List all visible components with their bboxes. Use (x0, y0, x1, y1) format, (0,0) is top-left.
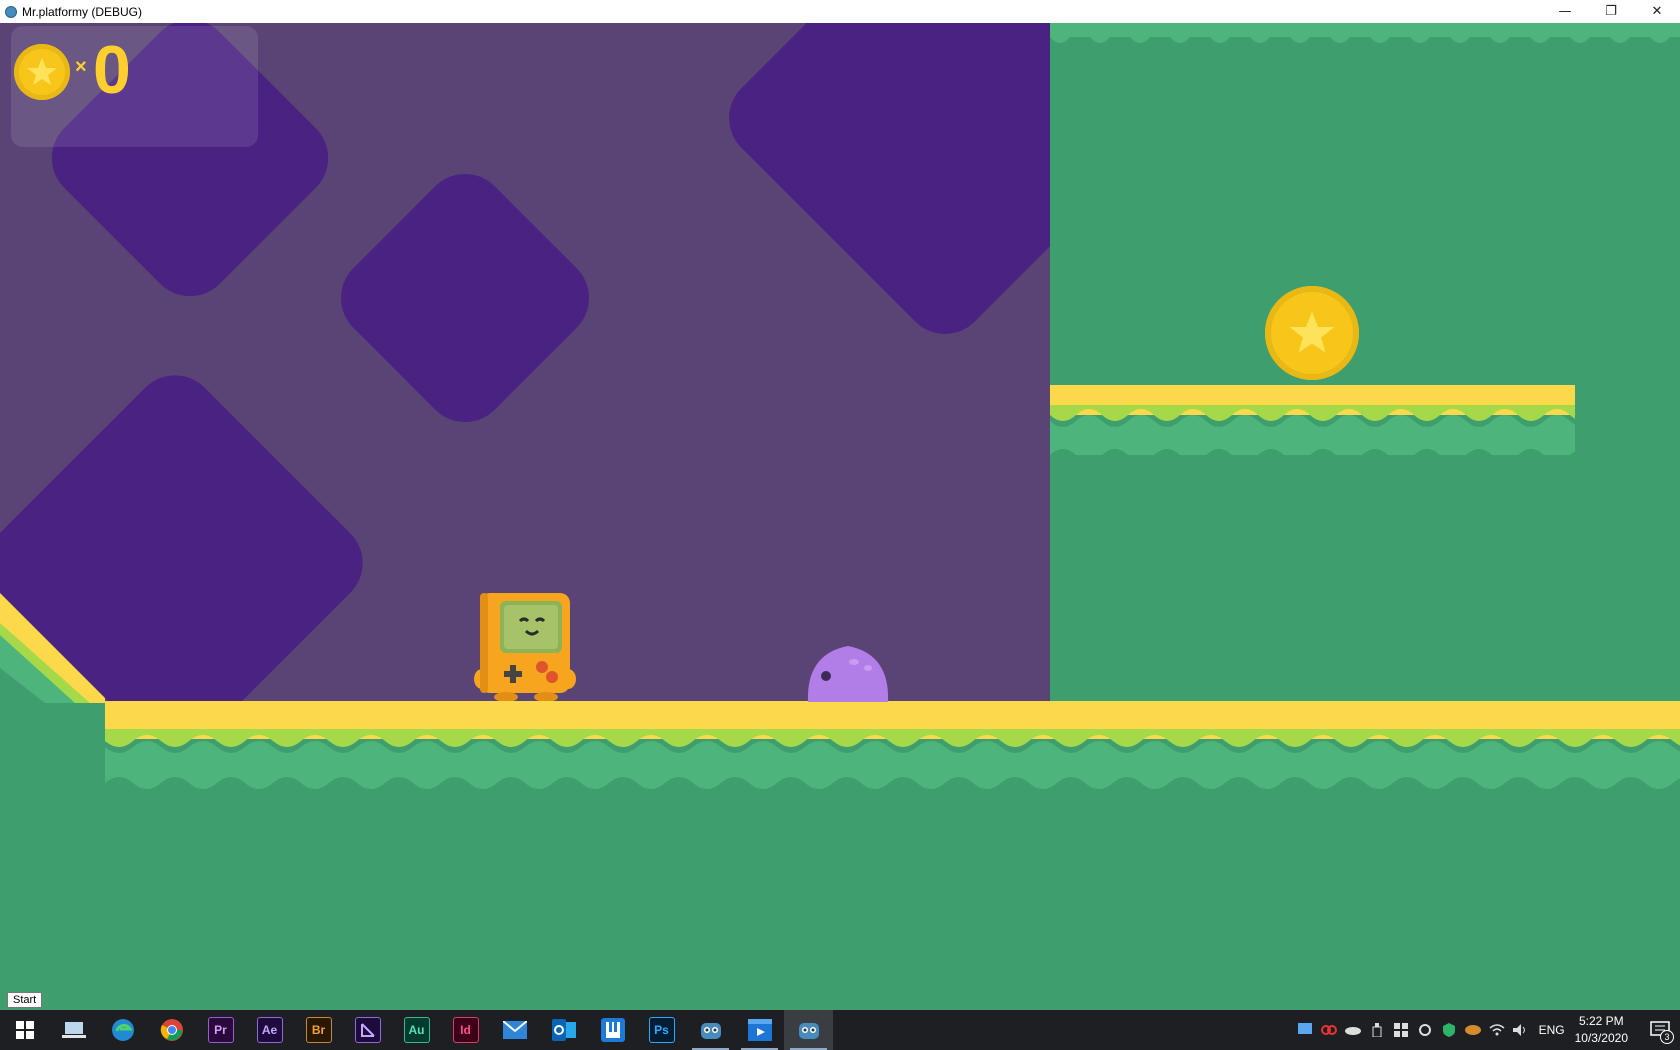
taskbar-godot[interactable] (686, 1010, 735, 1050)
start-tooltip: Start (7, 992, 43, 1008)
godot-icon (798, 1023, 819, 1039)
upper-platform (1050, 385, 1575, 455)
media-player-icon (747, 1019, 772, 1041)
tray-onedrive-icon[interactable] (1341, 1010, 1365, 1050)
windows-icon (15, 1021, 34, 1039)
after-effects-icon: Ae (256, 1017, 283, 1043)
premiere-icon: Pr (207, 1017, 234, 1043)
restore-button[interactable]: ❐ (1588, 0, 1634, 23)
app-h-icon (600, 1018, 625, 1042)
taskbar-bridge[interactable]: Br (294, 1010, 343, 1050)
taskbar: Pr Ae Br Au Id Ps ENG 5:22 PM 10/3/2020 … (0, 1010, 1680, 1050)
taskbar-app-h[interactable] (588, 1010, 637, 1050)
indesign-icon: Id (452, 1017, 479, 1043)
taskbar-premiere[interactable]: Pr (196, 1010, 245, 1050)
godot-icon (700, 1023, 721, 1039)
volume-icon[interactable] (1509, 1010, 1533, 1050)
taskbar-chrome[interactable] (147, 1010, 196, 1050)
audition-icon: Au (403, 1017, 430, 1043)
ground-platform (105, 701, 1680, 1010)
mail-icon (502, 1021, 527, 1039)
taskbar-edge[interactable] (98, 1010, 147, 1050)
taskbar-media[interactable] (735, 1010, 784, 1050)
background-diamond (711, 23, 1050, 352)
game-viewport[interactable]: × 0 (0, 23, 1680, 1010)
coin-collectible (1265, 286, 1359, 380)
tray-settings-icon[interactable] (1413, 1010, 1437, 1050)
animate-icon (354, 1017, 381, 1043)
monitor-icon (1297, 1023, 1312, 1034)
taskbar-audition[interactable]: Au (392, 1010, 441, 1050)
taskbar-indesign[interactable]: Id (441, 1010, 490, 1050)
godot-app-icon (5, 5, 17, 18)
ceiling-wave (1050, 23, 1680, 43)
start-button[interactable] (0, 1010, 49, 1050)
tray-security-icon[interactable] (1437, 1010, 1461, 1050)
photoshop-icon: Ps (648, 1017, 675, 1043)
tray-network-share-icon[interactable] (1389, 1010, 1413, 1050)
notification-count: 3 (1660, 1030, 1674, 1044)
slime-enemy (807, 646, 889, 702)
tray-usb-icon[interactable] (1365, 1010, 1389, 1050)
coin-icon (14, 44, 70, 100)
clock-time: 5:22 PM (1578, 1014, 1624, 1028)
coin-count: 0 (93, 32, 131, 108)
language-indicator[interactable]: ENG (1539, 1023, 1565, 1037)
ground-slope (0, 593, 105, 703)
edge-icon (111, 1019, 134, 1041)
taskbar-file-manager[interactable] (49, 1010, 98, 1050)
background-diamond (323, 156, 607, 440)
tray-creative-cloud-icon[interactable] (1317, 1010, 1341, 1050)
taskbar-photoshop[interactable]: Ps (637, 1010, 686, 1050)
taskbar-animate[interactable] (343, 1010, 392, 1050)
player-character (474, 593, 576, 701)
clock[interactable]: 5:22 PM 10/3/2020 (1575, 1013, 1628, 1047)
coin-hud: × 0 (11, 26, 258, 147)
notification-center-button[interactable]: 3 (1640, 1010, 1680, 1050)
tray-app-icon-2[interactable] (1461, 1010, 1485, 1050)
window-title-bar: Mr.platformy (DEBUG) — ❐ ✕ (0, 0, 1680, 23)
taskbar-outlook[interactable] (539, 1010, 588, 1050)
close-button[interactable]: ✕ (1634, 0, 1680, 23)
wifi-icon[interactable] (1485, 1010, 1509, 1050)
tray-app-icon[interactable] (1293, 1010, 1317, 1050)
laptop-icon (61, 1022, 86, 1038)
taskbar-godot-game[interactable] (784, 1010, 833, 1050)
taskbar-after-effects[interactable]: Ae (245, 1010, 294, 1050)
coin-multiplier: × (75, 56, 87, 78)
outlook-icon (551, 1019, 576, 1041)
system-tray: ENG 5:22 PM 10/3/2020 3 (1293, 1010, 1680, 1050)
chrome-icon (160, 1019, 183, 1041)
minimize-button[interactable]: — (1542, 0, 1588, 23)
bridge-icon: Br (305, 1017, 332, 1043)
window-title: Mr.platformy (DEBUG) (22, 4, 143, 19)
clock-date: 10/3/2020 (1574, 1031, 1628, 1045)
taskbar-mail[interactable] (490, 1010, 539, 1050)
